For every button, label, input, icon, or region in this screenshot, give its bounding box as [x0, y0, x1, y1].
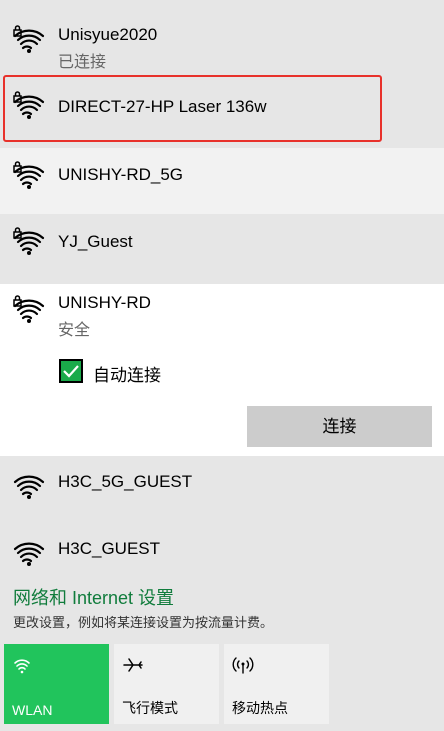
- wlan-tile[interactable]: WLAN: [4, 644, 109, 724]
- auto-connect-checkbox[interactable]: [59, 359, 83, 383]
- wifi-secured-icon: [13, 294, 47, 324]
- network-ssid: UNISHY-RD_5G: [58, 165, 184, 184]
- network-ssid: H3C_GUEST: [58, 539, 161, 558]
- hotspot-icon: [232, 654, 254, 676]
- network-item-h3c-5g-guest[interactable]: H3C_5G_GUEST: [0, 456, 444, 522]
- tile-label: 飞行模式: [122, 700, 178, 716]
- network-ssid: UNISHY-RD: [58, 293, 151, 312]
- tile-label: WLAN: [12, 702, 53, 718]
- mobile-hotspot-tile[interactable]: 移动热点: [224, 644, 329, 724]
- network-item-unishy-rd-5g[interactable]: UNISHY-RD_5G: [0, 148, 444, 214]
- tile-label: 移动热点: [232, 700, 288, 716]
- wifi-icon: [12, 654, 34, 676]
- wifi-icon: [13, 470, 47, 500]
- network-settings-description: 更改设置，例如将某连接设置为按流量计费。: [13, 615, 274, 630]
- airplane-mode-tile[interactable]: 飞行模式: [114, 644, 219, 724]
- network-status: 已连接: [58, 54, 107, 71]
- network-ssid: Unisyue2020: [58, 25, 158, 44]
- network-security: 安全: [58, 322, 91, 339]
- highlight-box: [3, 75, 382, 142]
- connect-button[interactable]: 连接: [247, 406, 432, 447]
- network-ssid: YJ_Guest: [58, 232, 133, 251]
- wifi-secured-icon: [13, 24, 47, 54]
- network-ssid: H3C_5G_GUEST: [58, 472, 193, 491]
- network-settings-link[interactable]: 网络和 Internet 设置: [13, 584, 174, 610]
- wifi-icon: [13, 537, 47, 567]
- wifi-secured-icon: [13, 226, 47, 256]
- auto-connect-label: 自动连接: [93, 366, 161, 385]
- network-item-unisyue2020[interactable]: Unisyue2020 已连接: [0, 0, 444, 72]
- network-item-yj-guest[interactable]: YJ_Guest: [0, 214, 444, 284]
- airplane-icon: [122, 654, 144, 676]
- wifi-secured-icon: [13, 160, 47, 190]
- checkmark-icon: [63, 365, 79, 378]
- network-item-h3c-guest[interactable]: H3C_GUEST: [0, 522, 444, 578]
